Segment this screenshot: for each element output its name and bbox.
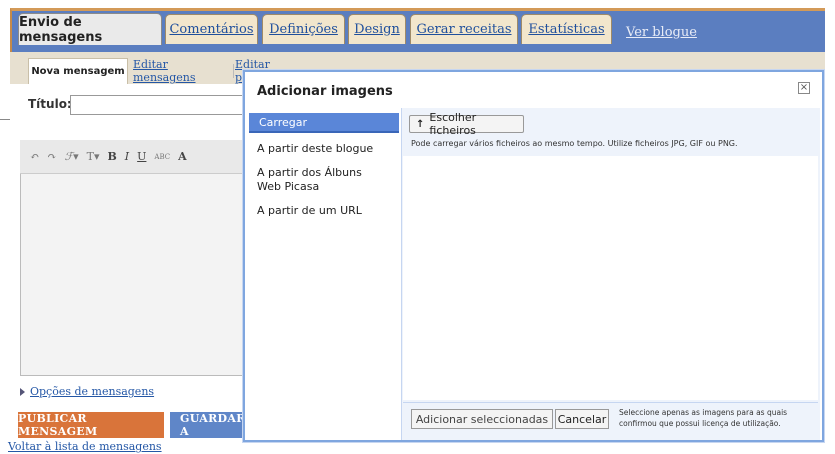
subtab-separator xyxy=(233,64,234,78)
title-label: Título: xyxy=(28,97,72,111)
license-note: Seleccione apenas as imagens para as qua… xyxy=(619,408,788,428)
tab-settings[interactable]: Definições xyxy=(262,14,345,44)
publish-button[interactable]: PUBLICAR MENSAGEM xyxy=(18,412,164,438)
upload-arrow-icon: ↑ xyxy=(416,118,425,130)
italic-icon[interactable]: I xyxy=(125,150,129,163)
tab-design[interactable]: Design xyxy=(348,14,406,44)
subtab-new-post[interactable]: Nova mensagem xyxy=(28,58,128,84)
underline-icon[interactable]: U xyxy=(137,150,146,163)
editor-body[interactable] xyxy=(20,140,250,376)
nav-item-url[interactable]: A partir de um URL xyxy=(257,204,362,218)
back-to-posts-link[interactable]: Voltar à lista de mensagens xyxy=(8,440,162,453)
title-input[interactable] xyxy=(70,95,250,115)
tab-posting[interactable]: Envio de mensagens xyxy=(18,13,162,45)
tab-stats[interactable]: Estatísticas xyxy=(521,14,612,44)
options-link[interactable]: Opções de mensagens xyxy=(30,385,154,398)
bold-icon[interactable]: B xyxy=(107,150,116,163)
dialog-title: Adicionar imagens xyxy=(257,84,393,99)
choose-files-button[interactable]: ↑ Escolher ficheiros xyxy=(409,111,524,137)
choose-files-label: Escolher ficheiros xyxy=(429,111,477,137)
nav-item-upload[interactable]: Carregar xyxy=(249,113,399,131)
strike-icon[interactable]: ABC xyxy=(154,153,170,161)
blogger-page: Envio de mensagens Comentários Definiçõe… xyxy=(0,0,835,454)
tab-comments[interactable]: Comentários xyxy=(165,14,258,44)
editor-toolbar: ↶ ↷ ℱ▾ T▾ B I U ABC A xyxy=(20,140,250,174)
redo-icon[interactable]: ↷ xyxy=(47,150,56,163)
undo-icon[interactable]: ↶ xyxy=(30,150,39,163)
tab-monetize[interactable]: Gerar receitas xyxy=(410,14,518,44)
subtab-edit-posts[interactable]: Editar mensagens xyxy=(133,58,233,84)
font-icon[interactable]: ℱ▾ xyxy=(64,150,78,163)
upload-drop-area[interactable] xyxy=(403,156,818,400)
triangle-right-icon[interactable] xyxy=(20,388,25,396)
text-color-icon[interactable]: A xyxy=(178,150,187,163)
font-size-icon[interactable]: T▾ xyxy=(87,150,100,163)
upload-note: Pode carregar vários ficheiros ao mesmo … xyxy=(411,139,738,148)
close-icon[interactable]: × xyxy=(798,82,810,94)
view-blog-link[interactable]: Ver blogue xyxy=(626,25,697,40)
nav-active-underline xyxy=(249,131,399,133)
cancel-button[interactable]: Cancelar xyxy=(555,409,609,429)
nav-item-this-blog[interactable]: A partir deste blogue xyxy=(257,142,373,156)
source-nav xyxy=(247,110,399,440)
save-button[interactable]: GUARDAR A xyxy=(170,412,250,438)
nav-item-picasa[interactable]: A partir dos Álbuns Web Picasa xyxy=(257,166,387,194)
add-images-dialog: Adicionar imagens × Carregar A partir de… xyxy=(243,70,824,442)
add-selected-button[interactable]: Adicionar seleccionadas xyxy=(411,409,553,429)
